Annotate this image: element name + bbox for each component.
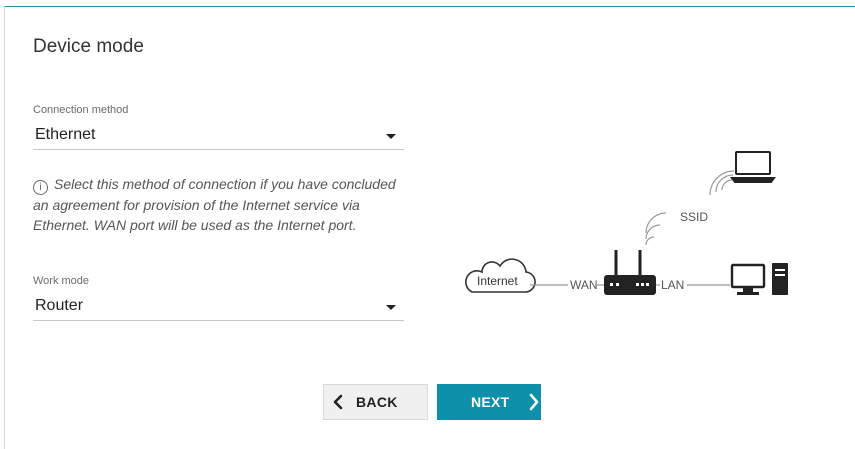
dropdown-caret-icon: [386, 134, 396, 139]
back-button-label: BACK: [356, 394, 398, 410]
router-wifi-icon: [645, 212, 667, 246]
connection-hint-text: Select this method of connection if you …: [33, 176, 396, 233]
router-icon: [604, 250, 656, 295]
connection-method-value: Ethernet: [35, 126, 96, 143]
work-mode-value: Router: [35, 297, 84, 314]
next-button[interactable]: NEXT: [437, 384, 541, 420]
back-button[interactable]: BACK: [323, 384, 428, 420]
desktop-computer-icon: [730, 263, 788, 295]
lan-label: LAN: [661, 278, 684, 292]
connection-method-select[interactable]: Ethernet: [33, 121, 404, 150]
info-icon: i: [33, 180, 48, 195]
dropdown-caret-icon: [386, 305, 396, 310]
internet-label: Internet: [477, 274, 518, 288]
work-mode-select[interactable]: Router: [33, 292, 404, 321]
network-diagram: SSID Internet WAN LAN: [465, 151, 788, 295]
wifi-signal-icon: [709, 170, 735, 196]
connection-hint: i Select this method of connection if you…: [33, 174, 413, 235]
chevron-left-icon: [332, 394, 344, 410]
wan-label: WAN: [570, 278, 598, 292]
cloud-icon: Internet: [465, 258, 536, 293]
connection-method-label: Connection method: [33, 104, 129, 116]
next-button-label: NEXT: [471, 394, 510, 410]
laptop-icon: [730, 151, 776, 183]
work-mode-label: Work mode: [33, 275, 90, 287]
chevron-right-icon: [528, 393, 540, 411]
ssid-label: SSID: [680, 210, 708, 224]
page-title: Device mode: [33, 36, 144, 57]
